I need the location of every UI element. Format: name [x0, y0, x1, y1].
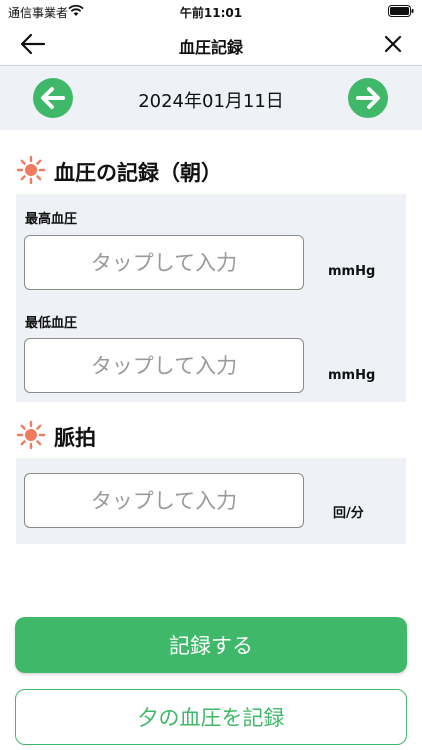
- close-icon[interactable]: [380, 31, 406, 57]
- record-evening-button[interactable]: 夕の血圧を記録: [15, 689, 407, 745]
- blood-pressure-title: 血圧の記録（朝）: [54, 161, 222, 185]
- systolic-input[interactable]: [24, 235, 304, 290]
- page-title: 血圧記録: [178, 38, 243, 57]
- status-time: 午前11:01: [179, 6, 243, 20]
- systolic-unit: mmHg: [328, 264, 376, 279]
- diastolic-unit: mmHg: [328, 368, 376, 383]
- pulse-input[interactable]: [24, 473, 304, 528]
- arrow-right-circle-icon[interactable]: [348, 78, 388, 118]
- battery-icon: [388, 5, 414, 17]
- diastolic-input[interactable]: [24, 338, 304, 393]
- blood-pressure-panel: 最高血圧 mmHg 最低血圧 mmHg: [16, 194, 406, 402]
- pulse-unit: 回/分: [333, 506, 364, 521]
- systolic-label: 最高血圧: [25, 212, 78, 227]
- sun-icon: [16, 420, 46, 450]
- navigation-bar: 血圧記録: [0, 22, 422, 66]
- sun-icon: [16, 155, 46, 185]
- diastolic-label: 最低血圧: [25, 316, 78, 331]
- record-button[interactable]: 記録する: [15, 617, 407, 673]
- status-bar: 通信事業者 午前11:01: [0, 0, 422, 22]
- date-selector: 2024年01月11日: [0, 66, 422, 130]
- pulse-title: 脈拍: [54, 426, 96, 450]
- pulse-panel: 回/分: [16, 458, 406, 544]
